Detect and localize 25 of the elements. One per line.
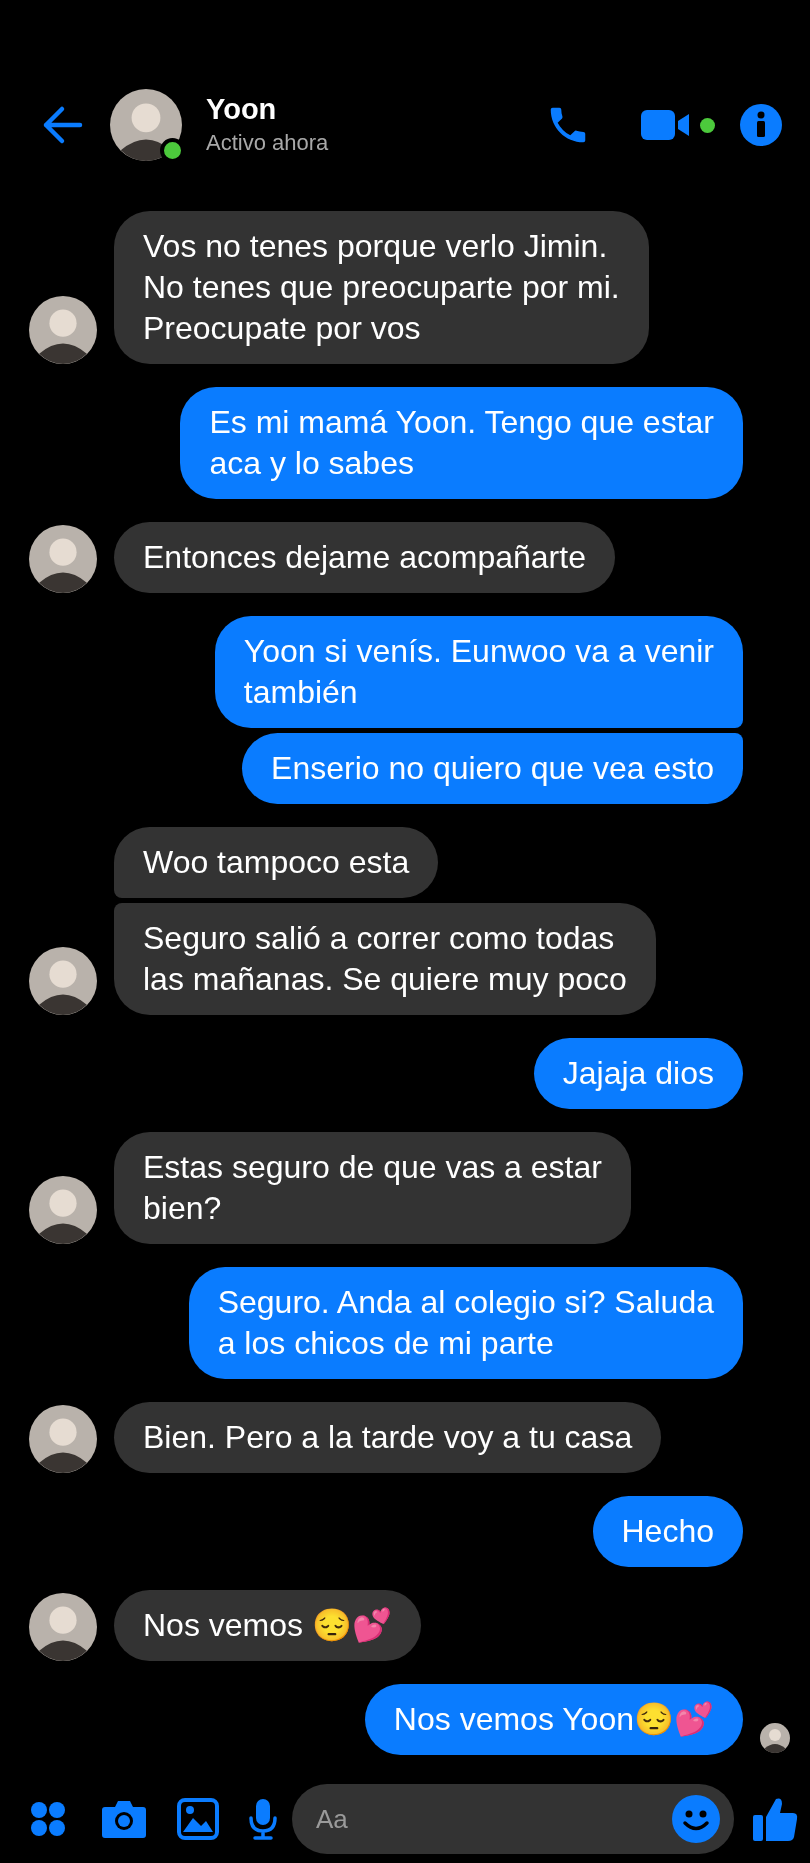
message-bubble: Bien. Pero a la tarde voy a tu casa (114, 1402, 662, 1473)
apps-icon[interactable] (30, 1801, 66, 1837)
message-bubble: Enserio no quiero que vea esto (242, 733, 743, 804)
message-bubble: Estas seguro de que vas a estar bien? (114, 1132, 631, 1244)
message-bubble: Nos vemos Yoon😔💕 (364, 1684, 743, 1755)
message-bubble: Jajaja dios (533, 1038, 743, 1109)
message-bubble: Hecho (592, 1496, 743, 1567)
camera-icon[interactable] (101, 1799, 147, 1839)
message-input[interactable]: Aa (316, 1799, 672, 1839)
message-bubble: Yoon si venís. Eunwoo va a venir también (214, 616, 743, 728)
status-text: Activo ahora (206, 129, 329, 157)
message-bubble: Seguro. Anda al colegio si? Saluda a los chicos de mi parte (188, 1267, 743, 1379)
avatar (110, 89, 182, 161)
message-field[interactable]: Aa (292, 1784, 734, 1854)
message-bubble: Seguro salió a correr como todas las mañanas. Se quiere muy poco (114, 903, 656, 1015)
microphone-icon[interactable] (249, 1798, 277, 1840)
message-bubble: Es mi mamá Yoon. Tengo que estar aca y lo sabes (180, 387, 743, 499)
message-bubble: Woo tampoco esta (114, 827, 439, 898)
message-bubble: Vos no tenes porque verlo Jimin. No tenes que preocuparte por mi. Preocupate por vos (114, 211, 649, 364)
emoji-icon[interactable] (672, 1795, 720, 1843)
image-icon[interactable] (177, 1798, 219, 1840)
contact-name: Yoon (206, 92, 278, 126)
info-icon[interactable] (740, 104, 782, 146)
message-bubble: Entonces dejame acompañarte (114, 522, 615, 593)
message-bubble: Nos vemos 😔💕 (114, 1590, 421, 1661)
